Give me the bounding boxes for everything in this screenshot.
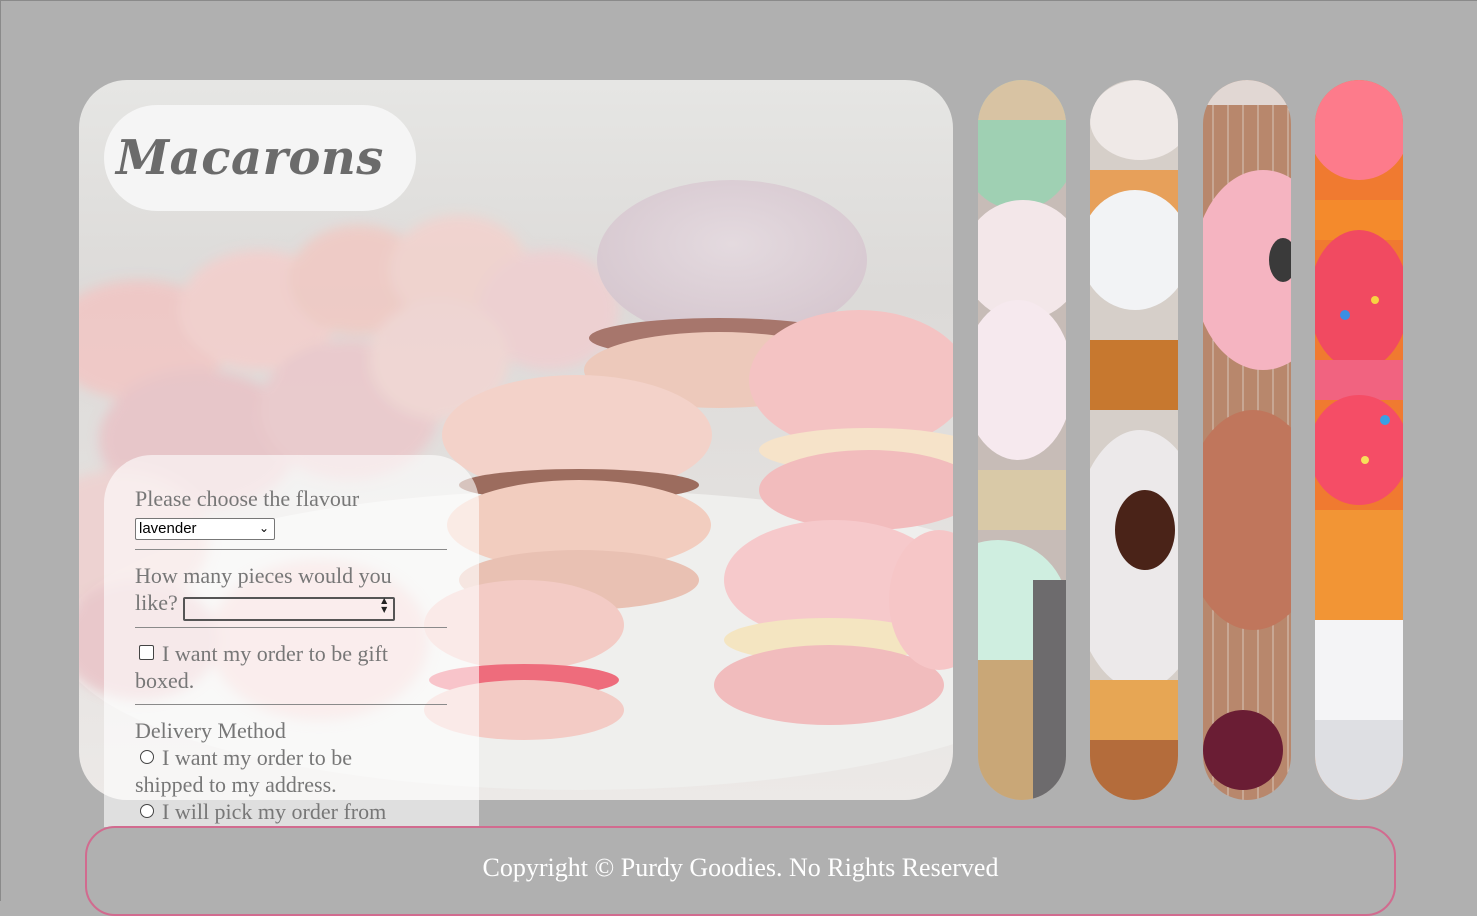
pieces-label: How many pieces would you [135, 563, 392, 588]
title-pill: Macarons [104, 105, 416, 211]
gallery-strip-sprinkle-cupcakes [1315, 80, 1403, 800]
spinner-icon[interactable]: ▲ ▼ [381, 596, 387, 614]
flavour-select[interactable]: lavender [135, 517, 275, 540]
gift-label: I want my order to be gift [162, 640, 389, 666]
pickup-label: I will pick my order from [162, 798, 387, 824]
copyright-text: Copyright © Purdy Goodies. No Rights Res… [482, 853, 999, 882]
gift-label-cont: boxed. [135, 667, 195, 693]
delivery-group: Delivery Method I want my order to be sh… [135, 717, 447, 827]
quantity-input[interactable] [183, 597, 396, 622]
flavour-group: Please choose the flavour lavender ⌄ [135, 485, 447, 550]
gallery-strip-cookies [1090, 80, 1178, 800]
page-title: Macarons [116, 130, 384, 186]
pieces-label-cont: like? [135, 590, 178, 615]
ship-label-cont: shipped to my address. [135, 771, 337, 797]
pieces-group: How many pieces would you like? ▲ ▼ [135, 562, 447, 628]
ship-label: I want my order to be [162, 744, 352, 770]
order-form: Please choose the flavour lavender ⌄ How… [104, 455, 479, 827]
gallery-strip-cupcakes [978, 80, 1066, 800]
gallery-strip-donuts [1203, 80, 1291, 800]
delivery-heading: Delivery Method [135, 717, 286, 743]
footer: Copyright © Purdy Goodies. No Rights Res… [85, 826, 1396, 916]
gift-box-checkbox[interactable] [139, 644, 154, 660]
gift-group: I want my order to be gift boxed. [135, 640, 447, 705]
flavour-label: Please choose the flavour [135, 486, 360, 511]
pickup-radio[interactable] [140, 803, 154, 818]
flavour-select-wrap[interactable]: lavender ⌄ [135, 512, 275, 540]
ship-radio[interactable] [140, 749, 154, 764]
quantity-stepper[interactable]: ▲ ▼ [183, 593, 396, 622]
